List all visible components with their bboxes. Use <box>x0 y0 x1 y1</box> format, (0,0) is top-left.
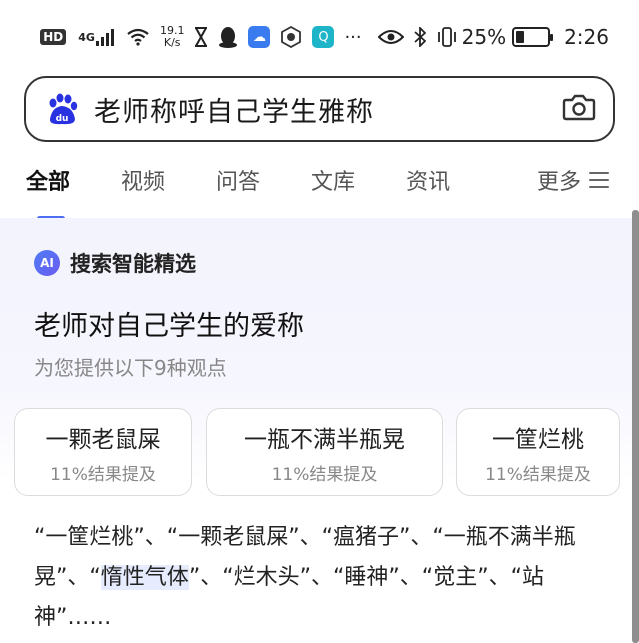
signal-bars-icon <box>95 29 114 46</box>
bluetooth-icon <box>414 27 426 47</box>
network-speed: 19.1 K/s <box>159 24 185 49</box>
ai-answer-title: 老师对自己学生的爱称 <box>34 311 304 342</box>
ai-answer-subtitle: 为您提供以下9种观点 <box>34 356 227 380</box>
ai-answer-card: AI 搜索智能精选 老师对自己学生的爱称 为您提供以下9种观点 一颗老鼠屎 11… <box>0 218 632 643</box>
cloud-app-icon: ☁ <box>248 26 271 48</box>
tab-library[interactable]: 文库 <box>311 164 355 196</box>
ai-answer-body: “一筐烂桃”、“一颗老鼠屎”、“瘟猪子”、“一瓶不满半瓶晃”、“惰性气体”、“烂… <box>34 518 614 638</box>
tab-more[interactable]: 更多 <box>537 164 609 196</box>
viewpoint-option-mention: 11%结果提及 <box>50 464 156 485</box>
highlighted-term-link[interactable]: 惰性气体 <box>100 565 189 590</box>
status-bar: HD 4G 19.1 K/s ☁ Q ··· 25% 2:26 <box>0 0 639 74</box>
tab-more-label: 更多 <box>536 170 581 195</box>
search-query-input[interactable]: 老师称呼自己学生雅称 <box>94 90 561 129</box>
eye-icon <box>377 29 404 45</box>
tab-video[interactable]: 视频 <box>121 164 165 196</box>
hd-indicator: HD <box>40 29 68 45</box>
qq-penguin-icon <box>218 26 238 48</box>
tab-news[interactable]: 资讯 <box>406 164 450 196</box>
battery-percent: 25% <box>461 25 507 49</box>
clock-time: 2:26 <box>564 25 609 49</box>
result-tabs: 全部 视频 问答 文库 资讯 更多 <box>0 152 639 221</box>
scrollbar[interactable] <box>632 210 639 643</box>
vibrate-icon <box>436 27 458 47</box>
more-notifications-icon: ··· <box>344 26 362 48</box>
ai-icon: AI <box>34 250 60 276</box>
tab-qa[interactable]: 问答 <box>216 164 260 196</box>
battery-icon <box>512 27 554 47</box>
search-app-icon: Q <box>312 26 335 48</box>
tab-all[interactable]: 全部 <box>26 164 70 221</box>
wifi-icon <box>126 28 150 46</box>
menu-icon <box>589 172 609 188</box>
hand-app-icon <box>280 26 302 48</box>
viewpoint-option-title: 一颗老鼠屎 <box>45 426 161 453</box>
viewpoint-option[interactable]: 一瓶不满半瓶晃 11%结果提及 <box>206 408 443 496</box>
svg-text:du: du <box>56 114 69 124</box>
baidu-paw-logo-icon[interactable]: du <box>44 91 80 127</box>
viewpoint-option[interactable]: 一筐烂桃 11%结果提及 <box>456 408 620 496</box>
ai-header: AI 搜索智能精选 <box>34 248 196 278</box>
search-box[interactable]: du 老师称呼自己学生雅称 <box>24 76 615 142</box>
viewpoint-option-mention: 11%结果提及 <box>271 464 378 485</box>
camera-icon[interactable] <box>561 89 597 129</box>
viewpoint-option-title: 一筐烂桃 <box>492 426 584 453</box>
ai-label: 搜索智能精选 <box>70 252 196 276</box>
viewpoint-options: 一颗老鼠屎 11%结果提及 一瓶不满半瓶晃 11%结果提及 一筐烂桃 11%结果… <box>14 408 639 498</box>
cellular-signal-icon: 4G <box>78 28 116 46</box>
viewpoint-option[interactable]: 一颗老鼠屎 11%结果提及 <box>14 408 192 496</box>
hourglass-icon <box>194 27 208 47</box>
viewpoint-option-title: 一瓶不满半瓶晃 <box>244 426 405 453</box>
viewpoint-option-mention: 11%结果提及 <box>485 464 591 485</box>
